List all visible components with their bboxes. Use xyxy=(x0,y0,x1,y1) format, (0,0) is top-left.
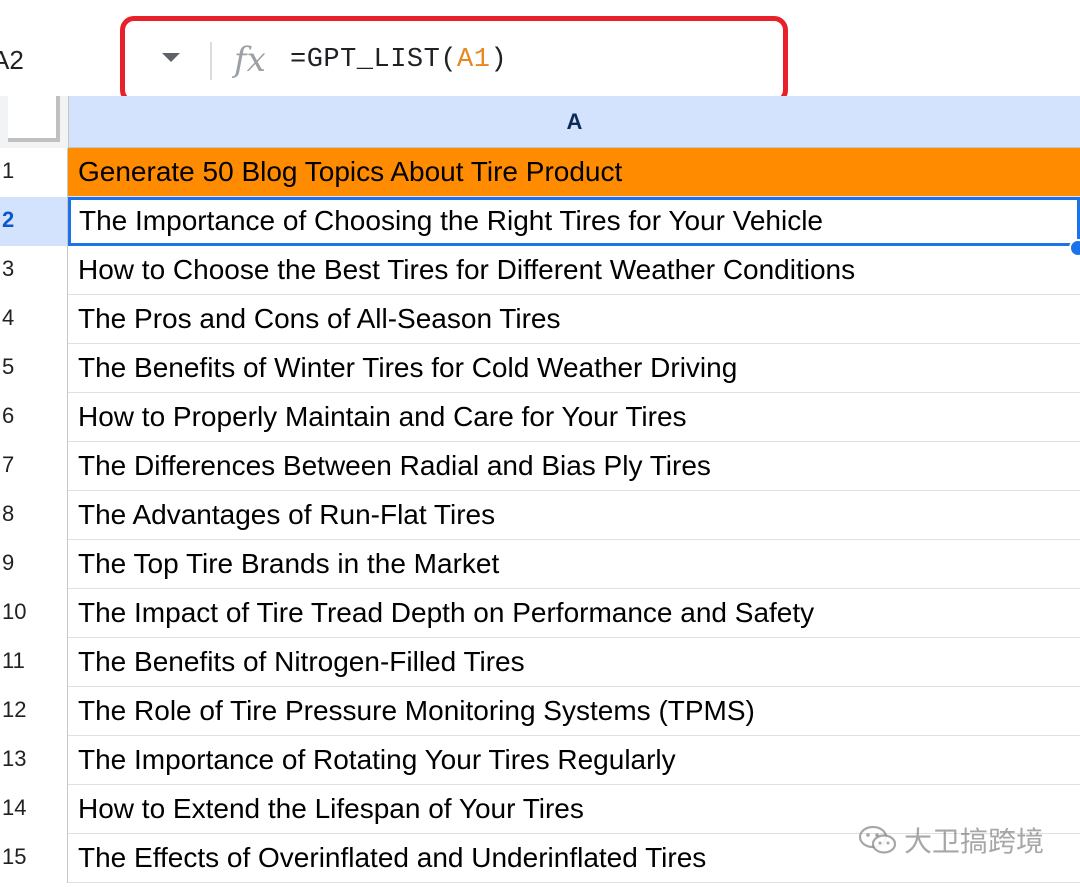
formula-bar: A2 fx =GPT_LIST(A1) xyxy=(0,0,1080,104)
cell-a1[interactable]: Generate 50 Blog Topics About Tire Produ… xyxy=(68,148,1080,197)
table-row: 9 The Top Tire Brands in the Market xyxy=(0,540,1080,589)
cell-a11[interactable]: The Benefits of Nitrogen-Filled Tires xyxy=(68,638,1080,687)
table-row: 1 Generate 50 Blog Topics About Tire Pro… xyxy=(0,148,1080,197)
row-number[interactable]: 11 xyxy=(0,638,68,687)
column-header-a[interactable]: A xyxy=(68,96,1080,148)
row-number[interactable]: 4 xyxy=(0,295,68,344)
table-row: 6 How to Properly Maintain and Care for … xyxy=(0,393,1080,442)
row-number[interactable]: 7 xyxy=(0,442,68,491)
table-row: 10 The Impact of Tire Tread Depth on Per… xyxy=(0,589,1080,638)
row-number[interactable]: 3 xyxy=(0,246,68,295)
cell-a12[interactable]: The Role of Tire Pressure Monitoring Sys… xyxy=(68,687,1080,736)
row-number[interactable]: 13 xyxy=(0,736,68,785)
formula-input[interactable]: =GPT_LIST(A1) xyxy=(290,40,507,80)
cell-a6[interactable]: How to Properly Maintain and Care for Yo… xyxy=(68,393,1080,442)
fill-handle[interactable] xyxy=(1069,239,1080,257)
table-row: 12 The Role of Tire Pressure Monitoring … xyxy=(0,687,1080,736)
row-number[interactable]: 10 xyxy=(0,589,68,638)
cell-a13[interactable]: The Importance of Rotating Your Tires Re… xyxy=(68,736,1080,785)
table-row: 5 The Benefits of Winter Tires for Cold … xyxy=(0,344,1080,393)
row-number[interactable]: 15 xyxy=(0,834,68,883)
cell-a8[interactable]: The Advantages of Run-Flat Tires xyxy=(68,491,1080,540)
corner-inner xyxy=(8,96,60,142)
row-number[interactable]: 8 xyxy=(0,491,68,540)
row-number[interactable]: 6 xyxy=(0,393,68,442)
row-number[interactable]: 2 xyxy=(0,197,68,246)
watermark-text: 大卫搞跨境 xyxy=(904,825,1045,858)
table-row: 7 The Differences Between Radial and Bia… xyxy=(0,442,1080,491)
cell-a2[interactable]: The Importance of Choosing the Right Tir… xyxy=(68,197,1080,246)
row-number[interactable]: 9 xyxy=(0,540,68,589)
cell-a7[interactable]: The Differences Between Radial and Bias … xyxy=(68,442,1080,491)
name-box[interactable]: A2 xyxy=(0,40,60,80)
formula-suffix: ) xyxy=(490,45,508,75)
table-row: 8 The Advantages of Run-Flat Tires xyxy=(0,491,1080,540)
cell-a5[interactable]: The Benefits of Winter Tires for Cold We… xyxy=(68,344,1080,393)
watermark: 大卫搞跨境 xyxy=(858,820,1044,860)
select-all-corner[interactable] xyxy=(0,96,68,148)
cell-a9[interactable]: The Top Tire Brands in the Market xyxy=(68,540,1080,589)
row-number[interactable]: 5 xyxy=(0,344,68,393)
table-row: 4 The Pros and Cons of All-Season Tires xyxy=(0,295,1080,344)
table-row: 13 The Importance of Rotating Your Tires… xyxy=(0,736,1080,785)
fx-icon: fx xyxy=(234,40,266,80)
formula-ref: A1 xyxy=(457,45,491,75)
cell-a3[interactable]: How to Choose the Best Tires for Differe… xyxy=(68,246,1080,295)
row-number[interactable]: 14 xyxy=(0,785,68,834)
dropdown-caret-icon[interactable] xyxy=(162,53,180,62)
row-number[interactable]: 12 xyxy=(0,687,68,736)
cell-a10[interactable]: The Impact of Tire Tread Depth on Perfor… xyxy=(68,589,1080,638)
formula-prefix: =GPT_LIST( xyxy=(290,45,458,75)
wechat-icon xyxy=(858,825,897,854)
table-row: 11 The Benefits of Nitrogen-Filled Tires xyxy=(0,638,1080,687)
cell-a4[interactable]: The Pros and Cons of All-Season Tires xyxy=(68,295,1080,344)
formula-bar-divider xyxy=(210,42,212,80)
table-row: 2 The Importance of Choosing the Right T… xyxy=(0,197,1080,246)
row-number[interactable]: 1 xyxy=(0,148,68,197)
table-row: 3 How to Choose the Best Tires for Diffe… xyxy=(0,246,1080,295)
